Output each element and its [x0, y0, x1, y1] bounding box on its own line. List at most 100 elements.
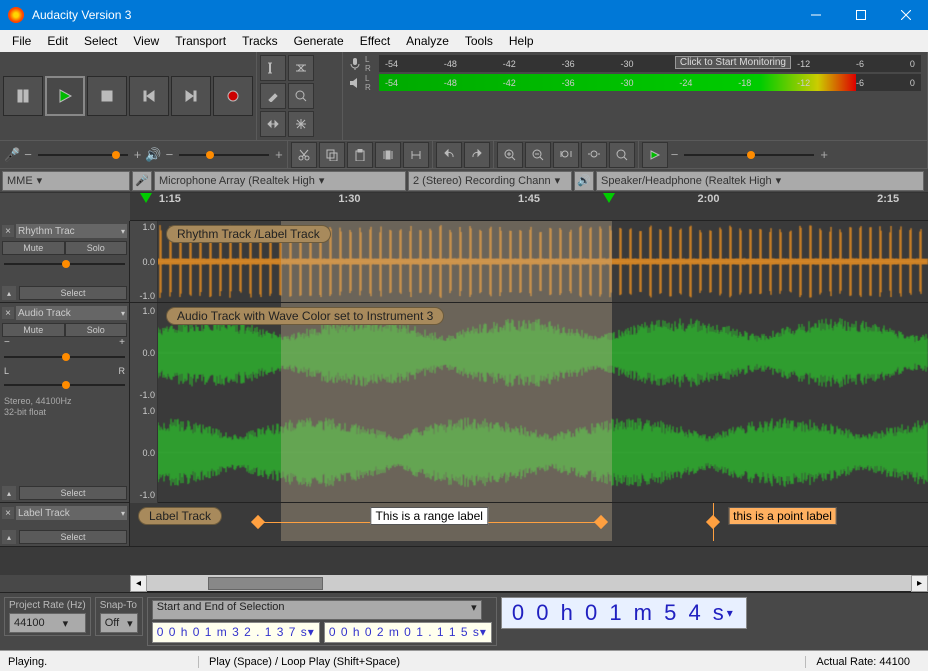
paste-button[interactable] [347, 142, 373, 168]
selection-end-field[interactable]: 0 0 h 0 2 m 0 1 . 1 1 5 s▾ [324, 622, 492, 643]
mute-button[interactable]: Mute [2, 241, 65, 255]
draw-tool[interactable] [260, 83, 286, 109]
play-button[interactable] [45, 76, 85, 116]
menu-generate[interactable]: Generate [286, 32, 352, 50]
play-at-speed-button[interactable] [642, 142, 668, 168]
timeshift-tool[interactable] [260, 111, 286, 137]
scroll-thumb[interactable] [208, 577, 323, 590]
pause-button[interactable] [3, 76, 43, 116]
menu-edit[interactable]: Edit [39, 32, 76, 50]
solo-button[interactable]: Solo [65, 241, 128, 255]
menu-help[interactable]: Help [501, 32, 542, 50]
pan-slider[interactable] [4, 379, 125, 391]
gain-slider[interactable] [4, 351, 125, 363]
track-menu-button[interactable]: Rhythm Trac [16, 224, 127, 238]
menu-tools[interactable]: Tools [457, 32, 501, 50]
menu-analyze[interactable]: Analyze [398, 32, 457, 50]
playhead-marker[interactable] [603, 193, 615, 203]
undo-button[interactable] [436, 142, 462, 168]
close-button[interactable] [883, 0, 928, 30]
status-rate: Actual Rate: 44100 [805, 656, 920, 668]
menu-effect[interactable]: Effect [352, 32, 398, 50]
project-rate-select[interactable]: 44100▾ [9, 613, 86, 633]
track-close-button[interactable]: × [2, 507, 14, 519]
undo-toolbar [433, 141, 494, 169]
playback-speed-slider[interactable] [684, 148, 814, 162]
track-select-button[interactable]: Select [19, 286, 127, 300]
track-control-panel: × Audio Track Mute Solo −+ LR Stereo, 44… [0, 303, 130, 502]
device-toolbar: MME▾ 🎤 Microphone Array (Realtek High▾ 2… [0, 169, 928, 193]
monitor-hint[interactable]: Click to Start Monitoring [675, 56, 791, 69]
label-start-handle[interactable] [251, 515, 265, 529]
menu-file[interactable]: File [4, 32, 39, 50]
collapse-button[interactable]: ▴ [2, 530, 16, 544]
skip-start-button[interactable] [129, 76, 169, 116]
skip-end-button[interactable] [171, 76, 211, 116]
recording-channels-select[interactable]: 2 (Stereo) Recording Chann▾ [408, 171, 572, 191]
playback-volume-slider[interactable] [179, 148, 269, 162]
snap-to-select[interactable]: Off▾ [100, 613, 138, 633]
track-close-button[interactable]: × [2, 225, 14, 237]
scroll-right-button[interactable]: ▸ [911, 575, 928, 592]
vertical-scale[interactable]: 1.0 0.0 -1.0 [130, 403, 158, 503]
vertical-scale[interactable]: 1.0 0.0 -1.0 [130, 221, 158, 302]
menu-transport[interactable]: Transport [167, 32, 234, 50]
collapse-button[interactable]: ▴ [2, 286, 16, 300]
fit-project-button[interactable] [581, 142, 607, 168]
cut-button[interactable] [291, 142, 317, 168]
record-volume-slider[interactable] [38, 148, 128, 162]
track-select-button[interactable]: Select [19, 486, 127, 500]
scroll-left-button[interactable]: ◂ [130, 575, 147, 592]
track-menu-button[interactable]: Audio Track [16, 306, 127, 320]
menu-tracks[interactable]: Tracks [234, 32, 286, 50]
playback-device-select[interactable]: Speaker/Headphone (Realtek High▾ [596, 171, 924, 191]
playback-level-meter[interactable]: -54-48-42-36-30-24-18-12-60 [379, 74, 921, 91]
record-button[interactable] [213, 76, 253, 116]
solo-button[interactable]: Solo [65, 323, 128, 337]
maximize-button[interactable] [838, 0, 883, 30]
waveform-area[interactable]: 1.0 0.0 -1.0 Rhythm Track /Label Track [130, 221, 928, 302]
snap-to-group: Snap-To Off▾ [95, 597, 143, 636]
copy-button[interactable] [319, 142, 345, 168]
redo-button[interactable] [464, 142, 490, 168]
recording-device-select[interactable]: Microphone Array (Realtek High▾ [154, 171, 406, 191]
track-format-info: Stereo, 44100Hz 32-bit float [2, 394, 127, 420]
selection-start-field[interactable]: 0 0 h 0 1 m 3 2 . 1 3 7 s▾ [152, 622, 320, 643]
selection-tool[interactable] [260, 55, 286, 81]
selection-toolbar: Project Rate (Hz) 44100▾ Snap-To Off▾ St… [0, 592, 928, 650]
record-meter-mic-icon[interactable] [345, 57, 365, 71]
stop-button[interactable] [87, 76, 127, 116]
track-close-button[interactable]: × [2, 307, 14, 319]
minimize-button[interactable] [793, 0, 838, 30]
record-level-meter[interactable]: -54-48-42-36-30-24-18-12-60 Click to Sta… [379, 55, 921, 72]
zoom-out-button[interactable] [525, 142, 551, 168]
horizontal-scrollbar[interactable]: ◂ ▸ [130, 575, 928, 592]
gain-slider[interactable] [4, 258, 125, 270]
envelope-tool[interactable] [288, 55, 314, 81]
vertical-scale[interactable]: 1.0 0.0 -1.0 [130, 303, 158, 403]
multi-tool[interactable] [288, 111, 314, 137]
trim-button[interactable] [375, 142, 401, 168]
track-menu-button[interactable]: Label Track [16, 506, 127, 520]
silence-button[interactable] [403, 142, 429, 168]
collapse-button[interactable]: ▴ [2, 486, 16, 500]
zoom-in-button[interactable] [497, 142, 523, 168]
audio-position-display[interactable]: 0 0 h 0 1 m 5 4 s▾ [501, 597, 747, 629]
track-select-button[interactable]: Select [19, 530, 127, 544]
statusbar: Playing. Play (Space) / Loop Play (Shift… [0, 650, 928, 671]
speaker-icon: 🔊 [143, 147, 163, 163]
zoom-toggle-button[interactable] [609, 142, 635, 168]
range-label-text[interactable]: This is a range label [371, 507, 488, 525]
menu-select[interactable]: Select [76, 32, 125, 50]
audio-host-select[interactable]: MME▾ [2, 171, 130, 191]
playback-meter-speaker-icon[interactable] [345, 77, 365, 89]
menu-view[interactable]: View [125, 32, 167, 50]
selection-mode-select[interactable]: Start and End of Selection▾ [152, 600, 482, 620]
mute-button[interactable]: Mute [2, 323, 65, 337]
label-area[interactable]: Label Track This is a range label this i… [130, 503, 928, 541]
point-label-text[interactable]: this is a point label [728, 507, 837, 525]
fit-selection-button[interactable] [553, 142, 579, 168]
zoom-tool[interactable] [288, 83, 314, 109]
waveform-area[interactable]: 1.0 0.0 -1.0 1.0 0.0 -1.0 Audio Track wi… [130, 303, 928, 502]
timeline-ruler[interactable]: 1:151:301:452:002:152:30 [130, 193, 928, 221]
